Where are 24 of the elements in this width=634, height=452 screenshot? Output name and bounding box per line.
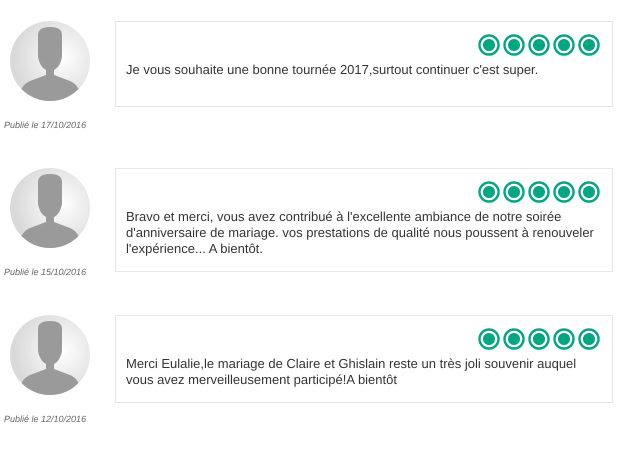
rating-dot-icon [478, 34, 500, 56]
rating-dot-icon [553, 181, 575, 203]
review-text: Merci Eulalie,le mariage de Claire et Ghislain reste un très joli souvenir auquel vous avez merveilleusement participé!A bientôt [126, 356, 578, 388]
rating-dot-icon [503, 328, 525, 350]
rating-dot-icon [578, 181, 600, 203]
avatar-icon [10, 315, 90, 395]
publish-date: Publié le 17/10/2016 [4, 120, 86, 130]
avatar-icon [10, 168, 90, 248]
review-text: Je vous souhaite une bonne tournée 2017,surtout continuer c'est super. [126, 62, 540, 78]
rating-dot-icon [528, 328, 550, 350]
publish-date: Publié le 12/10/2016 [4, 414, 86, 424]
rating-dot-icon [528, 34, 550, 56]
rating-dot-icon [503, 181, 525, 203]
rating-dot-icon [578, 34, 600, 56]
rating-dot-icon [503, 34, 525, 56]
rating-dot-icon [478, 181, 500, 203]
rating-dot-icon [478, 328, 500, 350]
publish-date: Publié le 15/10/2016 [4, 267, 86, 277]
rating-dot-icon [528, 181, 550, 203]
avatar-icon [10, 21, 90, 101]
rating-dot-icon [553, 328, 575, 350]
review-text: Bravo et merci, vous avez contribué à l'excellente ambiance de notre soirée d'anniversaire de mariage. vos prestations de qualité nous poussent à renouveler l'expérience... A bientôt. [126, 209, 595, 257]
rating-dot-icon [578, 328, 600, 350]
rating-dot-icon [553, 34, 575, 56]
